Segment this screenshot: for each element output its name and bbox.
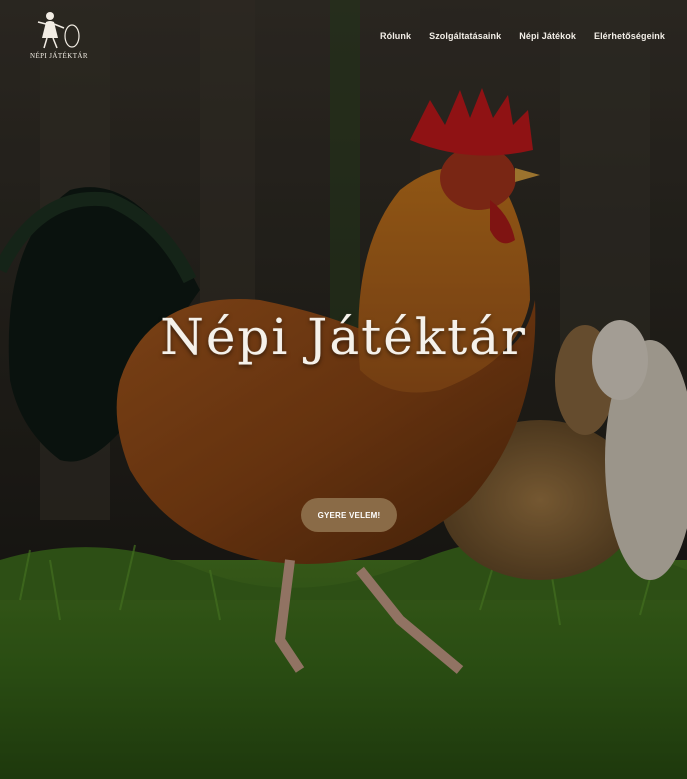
logo-text: NÉPI JÁTÉKTÁR (30, 52, 88, 60)
nav-item-szolgaltatasaink[interactable]: Szolgáltatásaink (429, 31, 501, 41)
hero-title: Népi Játéktár (160, 308, 527, 366)
nav-item-rolunk[interactable]: Rólunk (380, 31, 411, 41)
girl-with-hoop-icon (37, 12, 80, 49)
hero-background-image (0, 0, 687, 779)
nav-item-elerhetosegeink[interactable]: Elérhetőségeink (594, 31, 665, 41)
cta-button[interactable]: GYERE VELEM! (301, 498, 397, 532)
hero-section: NÉPI JÁTÉKTÁR Rólunk Szolgáltatásaink Né… (0, 0, 687, 779)
main-navigation: Rólunk Szolgáltatásaink Népi Játékok Elé… (380, 31, 665, 41)
site-logo[interactable]: NÉPI JÁTÉKTÁR (30, 8, 88, 64)
nav-item-nepi-jatekok[interactable]: Népi Játékok (519, 31, 576, 41)
